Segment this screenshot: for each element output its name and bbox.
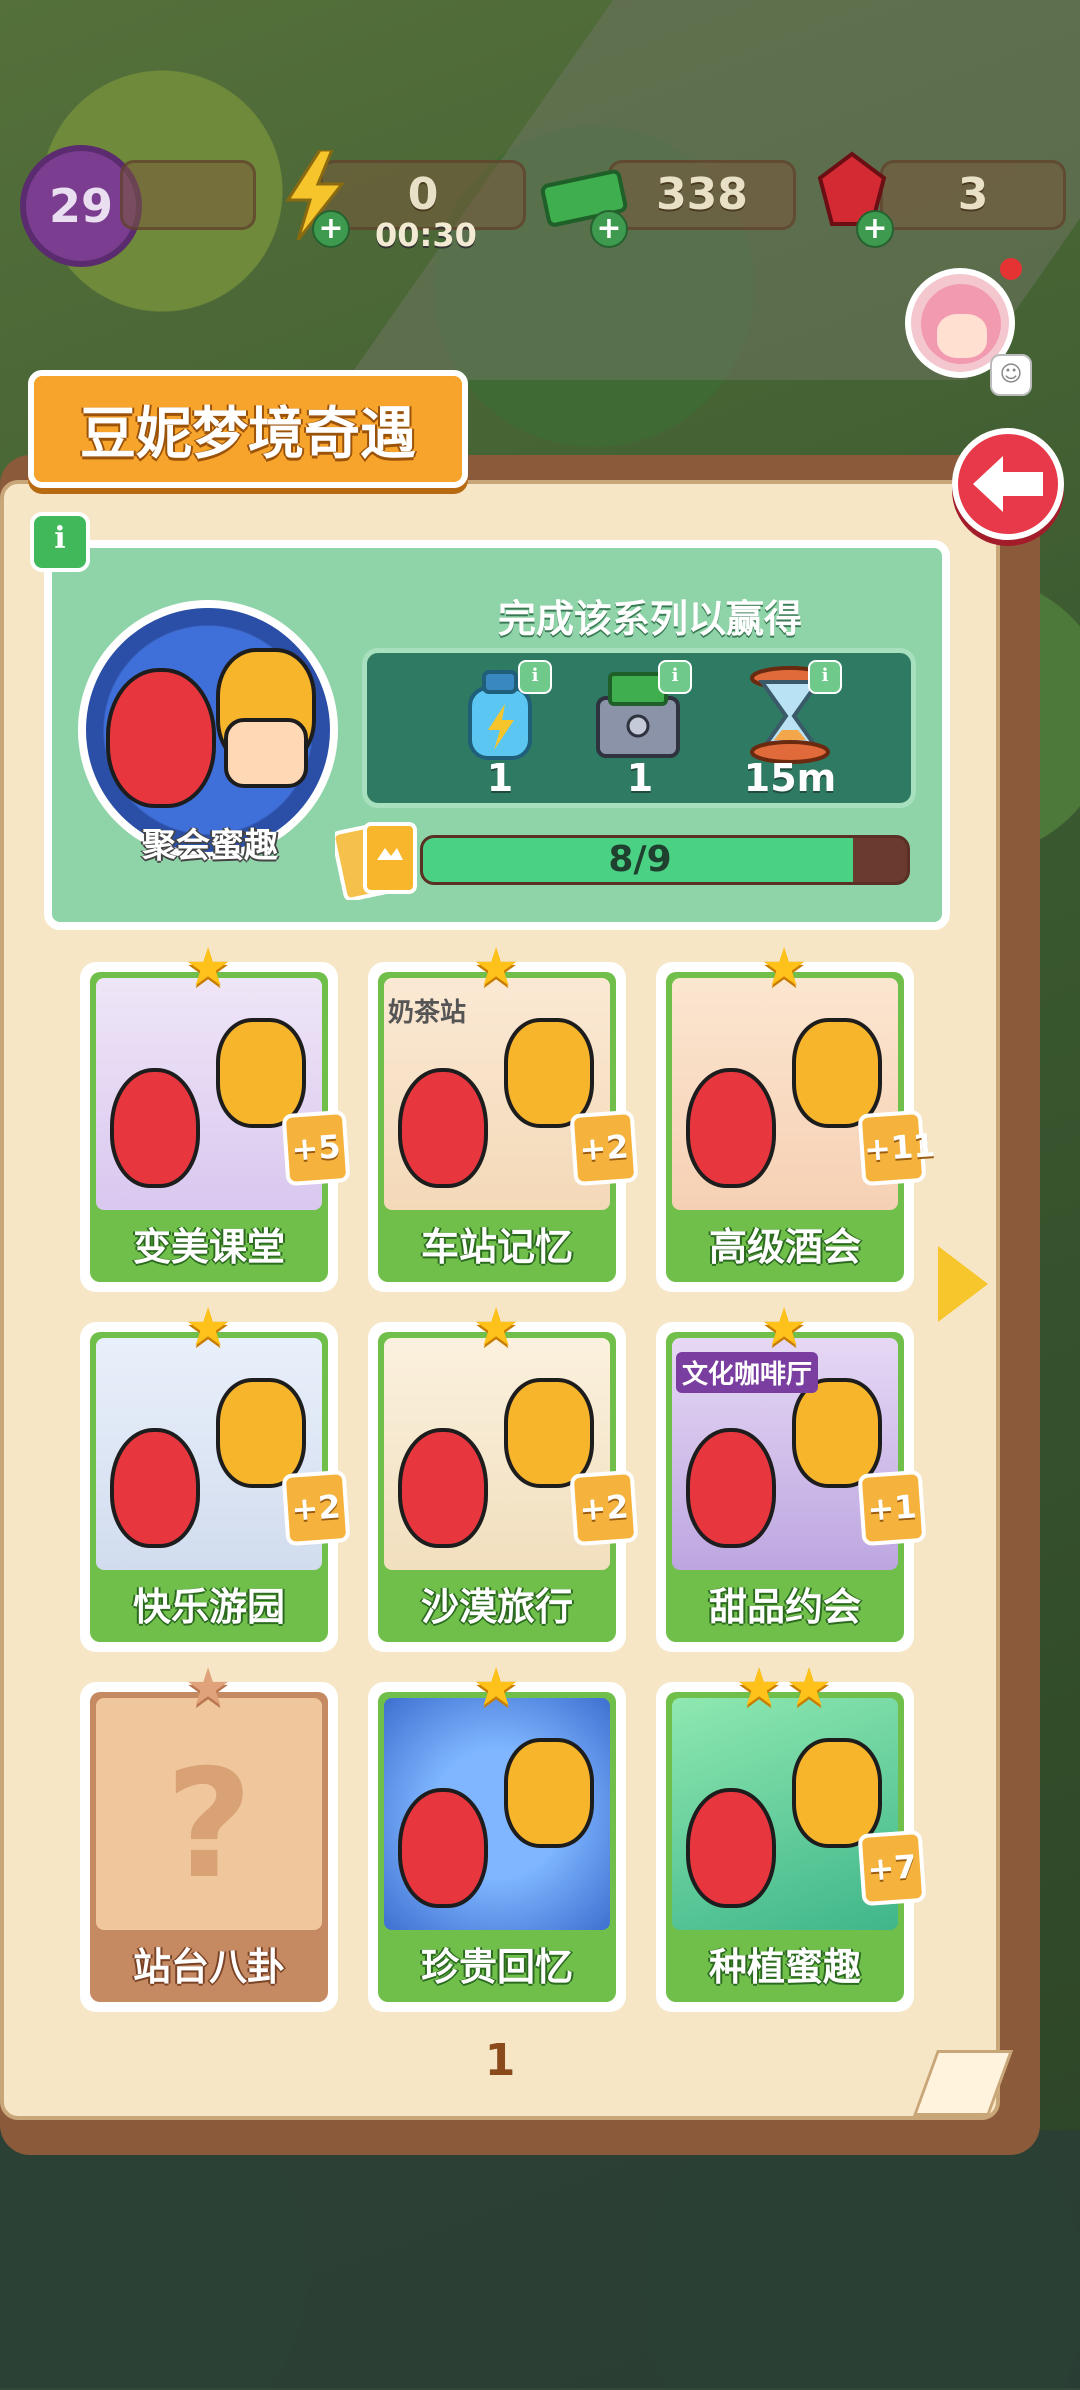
reward-info-icon[interactable]: i <box>658 660 692 694</box>
card-frame: 珍贵回忆 <box>378 1692 616 2002</box>
xp-bar <box>120 160 256 230</box>
album-card[interactable]: 珍贵回忆 ★ <box>368 1662 626 2012</box>
chat-icon[interactable]: ☺ <box>990 354 1032 396</box>
red-bean-character <box>398 1428 488 1548</box>
duplicate-count-badge: +2 <box>569 1469 639 1547</box>
reward-energy-bottle[interactable]: i 1 <box>430 660 570 800</box>
duplicate-count-badge: +2 <box>281 1469 351 1547</box>
art-sign-text: 奶茶站 <box>388 998 467 1028</box>
album-title-tab: 豆妮梦境奇遇 <box>28 370 468 488</box>
player-level-value: 29 <box>48 179 113 233</box>
crown-kid-character <box>504 1018 594 1128</box>
reward-qty: 15m <box>743 756 837 800</box>
next-page-arrow[interactable] <box>938 1246 988 1322</box>
reward-qty: 1 <box>626 756 654 800</box>
card-label: 珍贵回忆 <box>420 1945 573 1989</box>
series-progress-text: 8/9 <box>608 839 672 880</box>
notification-dot <box>1000 258 1022 280</box>
red-bean-character <box>398 1788 488 1908</box>
card-label: 变美课堂 <box>132 1225 285 1269</box>
energy-timer: 00:30 <box>375 216 477 254</box>
crown-kid-character <box>792 1738 882 1848</box>
album-card[interactable]: ? 站台八卦 ★ <box>80 1662 338 2012</box>
crown-kid-character <box>216 1378 306 1488</box>
add-energy-button[interactable]: + <box>312 210 350 248</box>
red-bean-character <box>686 1428 776 1548</box>
reward-info-icon[interactable]: i <box>518 660 552 694</box>
reward-cash-chest[interactable]: i 1 <box>570 660 710 800</box>
reward-hourglass[interactable]: i 15m <box>720 660 860 800</box>
star-icon: ★ <box>760 938 808 998</box>
red-bean-character <box>110 1428 200 1548</box>
album-title: 豆妮梦境奇遇 <box>80 401 416 467</box>
star-icon: ★ <box>472 938 520 998</box>
page-number: 1 <box>484 2035 516 2086</box>
album-card[interactable]: 奶茶站 车站记忆 ★ +2 <box>368 942 639 1292</box>
info-icon[interactable]: i <box>30 512 90 572</box>
card-art <box>384 1698 610 1930</box>
star-icon: ★ <box>184 1658 232 1718</box>
red-bean-character <box>686 1068 776 1188</box>
background-street <box>0 2130 1080 2390</box>
album-card[interactable]: 快乐游园 ★ +2 <box>80 1302 351 1652</box>
back-arrow-icon <box>973 456 1043 512</box>
crown-kid-character <box>504 1378 594 1488</box>
red-bean-character <box>398 1068 488 1188</box>
album-card[interactable]: 高级酒会 ★ +11 <box>656 942 937 1292</box>
cards-stack-icon <box>335 822 417 900</box>
duplicate-count-badge: +11 <box>857 1109 937 1187</box>
star-icon: ★ <box>472 1298 520 1358</box>
card-label: 沙漠旅行 <box>420 1585 573 1629</box>
album-card[interactable]: 变美课堂 ★ +5 <box>80 942 351 1292</box>
card-label: 车站记忆 <box>420 1225 573 1269</box>
question-mark-icon: ? <box>165 1738 253 1912</box>
cash-value: 338 <box>656 169 748 220</box>
card-label: 快乐游园 <box>132 1585 285 1629</box>
reward-info-icon[interactable]: i <box>808 660 842 694</box>
locked-card-art: ? <box>96 1698 322 1930</box>
card-frame: ? 站台八卦 <box>90 1692 328 2002</box>
star-icon: ★ <box>184 938 232 998</box>
star-icon: ★ <box>184 1298 232 1358</box>
duplicate-count-badge: +2 <box>569 1109 639 1187</box>
complete-series-text: 完成该系列以赢得 <box>497 597 802 641</box>
duplicate-count-badge: +5 <box>281 1109 351 1187</box>
crown-kid-character <box>504 1738 594 1848</box>
reward-qty: 1 <box>486 756 514 800</box>
star-icon: ★ <box>472 1658 520 1718</box>
duplicate-count-badge: +7 <box>857 1829 927 1907</box>
star-icon: ★ <box>735 1658 783 1718</box>
card-label: 高级酒会 <box>708 1225 861 1269</box>
crown-kid-character <box>792 1018 882 1128</box>
cash-counter[interactable]: 338 <box>608 160 796 230</box>
art-sign-text: 文化咖啡厅 <box>676 1352 819 1393</box>
red-bean-character <box>686 1788 776 1908</box>
add-gems-button[interactable]: + <box>856 210 894 248</box>
add-cash-button[interactable]: + <box>590 210 628 248</box>
album-card[interactable]: 文化咖啡厅 甜品约会 ★ +1 <box>656 1302 927 1652</box>
duplicate-count-badge: +1 <box>857 1469 927 1547</box>
album-card[interactable]: 沙漠旅行 ★ +2 <box>368 1302 639 1652</box>
red-bean-character <box>110 1068 200 1188</box>
card-label: 甜品约会 <box>708 1585 861 1629</box>
star-icon: ★ <box>785 1658 833 1718</box>
gem-counter[interactable]: 3 <box>880 160 1066 230</box>
album-card[interactable]: 种植蜜趣 ★ ★ +7 <box>656 1662 927 2012</box>
series-name: 聚会蜜趣 <box>142 826 278 866</box>
back-button[interactable] <box>952 428 1064 540</box>
card-label: 站台八卦 <box>132 1945 285 1989</box>
card-label: 种植蜜趣 <box>708 1945 861 1989</box>
gem-value: 3 <box>957 169 989 220</box>
crown-kid-character <box>792 1378 882 1488</box>
star-icon: ★ <box>760 1298 808 1358</box>
crown-kid-character <box>216 1018 306 1128</box>
